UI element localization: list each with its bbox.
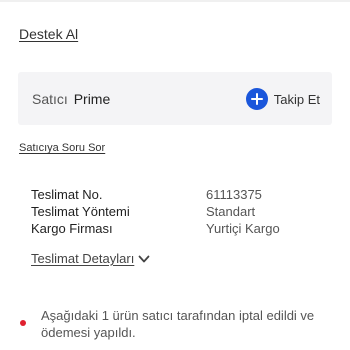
shipping-row-label: Teslimat No. [31, 187, 103, 202]
shipping-row-value: Standart [206, 204, 256, 219]
follow-label: Takip Et [273, 91, 320, 107]
order-detail-page: Destek Al Satıcı Prime Takip Et Satıcıya… [0, 0, 350, 350]
chevron-down-icon [138, 255, 150, 262]
cancel-notice-text: Aşağıdaki 1 ürün satıcı tarafından iptal… [41, 308, 315, 340]
shipping-row-value: 61113375 [206, 187, 262, 202]
shipping-info: Teslimat No. 61113375 Teslimat Yöntemi S… [31, 186, 321, 237]
ask-seller-link[interactable]: Satıcıya Soru Sor [19, 142, 105, 154]
shipping-row-value: Yurtiçi Kargo [206, 221, 280, 236]
plus-icon [245, 88, 268, 110]
seller-name[interactable]: Prime [74, 91, 111, 107]
seller-card: Satıcı Prime Takip Et [18, 72, 332, 125]
shipping-row: Teslimat No. 61113375 [31, 186, 321, 203]
shipping-row-label: Kargo Firması [31, 221, 113, 236]
shipping-row: Kargo Firması Yurtiçi Kargo [31, 220, 321, 237]
shipping-details-label: Teslimat Detayları [31, 251, 135, 266]
red-dot-icon [20, 320, 26, 326]
seller-label: Satıcı Prime [32, 91, 110, 107]
seller-prefix: Satıcı [32, 91, 68, 107]
shipping-row-label: Teslimat Yöntemi [31, 204, 130, 219]
shipping-row: Teslimat Yöntemi Standart [31, 203, 321, 220]
follow-button[interactable]: Takip Et [245, 86, 320, 112]
divider [0, 0, 350, 2]
support-link[interactable]: Destek Al [19, 26, 78, 42]
shipping-details-toggle[interactable]: Teslimat Detayları [31, 251, 150, 266]
